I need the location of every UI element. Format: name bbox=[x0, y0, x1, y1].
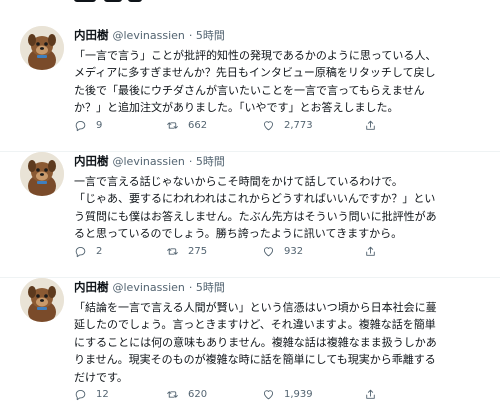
tweet[interactable]: 内田樹 @levinassien · 5時間 一言で言える話じゃないからこそ時間をか… bbox=[0, 152, 500, 278]
tweet-text-line: メディアに多すぎませんか？先日もインタビュー原稿をリタッチして戻し bbox=[74, 66, 436, 80]
tweet[interactable]: 内田樹 @levinassien · 5時間 「結論を一言で言える人間が賢い」という… bbox=[0, 278, 500, 417]
like-button[interactable]: 2,773 bbox=[262, 117, 313, 133]
tweet-text-line: ると思っているのでしょう。勝ち誇ったように訊いてきますから。 bbox=[74, 227, 403, 241]
retweet-button[interactable]: 275 bbox=[166, 243, 207, 259]
avatar-dog-icon bbox=[20, 278, 64, 322]
retweet-icon bbox=[167, 390, 178, 398]
retweet-count: 275 bbox=[188, 245, 208, 257]
tweet-text-line: た後で「最後にウチダさんが言いたいことを一言で言ってもらえません bbox=[74, 83, 425, 97]
reply-count: 12 bbox=[96, 388, 109, 400]
reply-count: 9 bbox=[96, 119, 103, 131]
avatar[interactable] bbox=[20, 26, 64, 70]
tweet-header: 内田樹 @levinassien · 5時間 bbox=[74, 278, 225, 296]
retweet-count: 620 bbox=[188, 388, 208, 400]
retweet-icon bbox=[167, 121, 178, 129]
reply-button[interactable]: 9 bbox=[74, 117, 102, 133]
tweet-actions: 12 620 1,939 bbox=[74, 386, 474, 402]
previous-tweet-remnant bbox=[0, 0, 500, 6]
share-button[interactable] bbox=[364, 117, 386, 133]
author-name[interactable]: 内田樹 bbox=[74, 28, 109, 42]
author-name[interactable]: 内田樹 bbox=[74, 280, 109, 294]
share-icon bbox=[366, 120, 375, 130]
reply-count: 2 bbox=[96, 245, 103, 257]
retweet-button[interactable]: 662 bbox=[166, 117, 207, 133]
heart-icon bbox=[263, 246, 274, 256]
like-count: 1,939 bbox=[284, 388, 313, 400]
retweet-button[interactable]: 620 bbox=[166, 386, 207, 402]
tweet[interactable]: 内田樹 @levinassien · 5時間 「一言で言う」ことが批評的知性の発現で… bbox=[0, 26, 500, 152]
reply-icon bbox=[75, 246, 86, 257]
share-button[interactable] bbox=[364, 386, 386, 402]
tweet-text: 「結論を一言で言える人間が賢い」という信憑はいつ頃から日本社会に蔓 延したのでしょ… bbox=[74, 299, 474, 386]
tweet-text: 一言で言える話じゃないからこそ時間をかけて話しているわけで。「じゃあ、要するにわ… bbox=[74, 173, 474, 243]
tweet-header: 内田樹 @levinassien · 5時間 bbox=[74, 26, 225, 44]
like-count: 2,773 bbox=[284, 119, 313, 131]
tweet-header: 内田樹 @levinassien · 5時間 bbox=[74, 152, 225, 170]
like-button[interactable]: 1,939 bbox=[262, 386, 313, 402]
tweet-text-line: りません。現実そのものが複雑な時に話を簡単にしても現実から乖離する bbox=[74, 353, 436, 367]
retweet-count: 662 bbox=[188, 119, 208, 131]
reply-icon bbox=[75, 389, 86, 400]
tweet-text-line: 「一言で言う」ことが批評的知性の発現であるかのように思っている人、 bbox=[74, 49, 437, 62]
tweet-text-line: う質問にも僕はお答えしません。たぶん先方はそういう問いに批評性があ bbox=[74, 209, 437, 223]
tweet-time[interactable]: · 5時間 bbox=[189, 281, 225, 294]
share-icon bbox=[366, 246, 375, 256]
like-button[interactable]: 932 bbox=[262, 243, 303, 259]
tweet-text: 「一言で言う」ことが批評的知性の発現であるかのように思っている人、 メディアに多す… bbox=[74, 47, 474, 117]
reply-button[interactable]: 2 bbox=[74, 243, 102, 259]
like-count: 932 bbox=[284, 245, 304, 257]
author-handle[interactable]: @levinassien bbox=[113, 155, 185, 168]
reply-button[interactable]: 12 bbox=[74, 386, 109, 402]
tweet-actions: 9 662 2,773 bbox=[74, 117, 474, 133]
author-name[interactable]: 内田樹 bbox=[74, 154, 109, 168]
tweet-text-line: 「じゃあ、要するにわれわれはこれからどうすればいいんですか？」とい bbox=[74, 192, 436, 206]
share-button[interactable] bbox=[364, 243, 386, 259]
tweet-text-line: か？」と追加注文がありました。「いやです」とお答えしました。 bbox=[74, 101, 399, 115]
author-handle[interactable]: @levinassien bbox=[113, 281, 185, 294]
tweet-actions: 2 275 932 bbox=[74, 243, 474, 259]
reply-icon bbox=[75, 120, 86, 131]
avatar-dog-icon bbox=[20, 26, 64, 70]
tweet-time[interactable]: · 5時間 bbox=[189, 155, 225, 168]
tweet-text-line: にすることには何の意味もありません。複雑な話は複雑なまま扱うしかあ bbox=[74, 335, 437, 349]
tweet-text-line: だけです。 bbox=[74, 370, 128, 384]
heart-icon bbox=[263, 120, 274, 130]
tweet-text-line: 延したのでしょう。言っときますけど、それ違いますよ。複雑な話を簡単 bbox=[74, 318, 436, 332]
heart-icon bbox=[263, 389, 274, 399]
share-icon bbox=[366, 389, 375, 399]
tweet-time[interactable]: · 5時間 bbox=[189, 29, 225, 42]
retweet-icon bbox=[167, 247, 178, 255]
avatar[interactable] bbox=[20, 152, 64, 196]
avatar[interactable] bbox=[20, 278, 64, 322]
tweet-text-line: 一言で言える話じゃないからこそ時間をかけて話しているわけで。 bbox=[74, 175, 403, 188]
tweet-text-line: 「結論を一言で言える人間が賢い」という信憑はいつ頃から日本社会に蔓 bbox=[74, 301, 437, 314]
author-handle[interactable]: @levinassien bbox=[113, 29, 185, 42]
avatar-dog-icon bbox=[20, 152, 64, 196]
